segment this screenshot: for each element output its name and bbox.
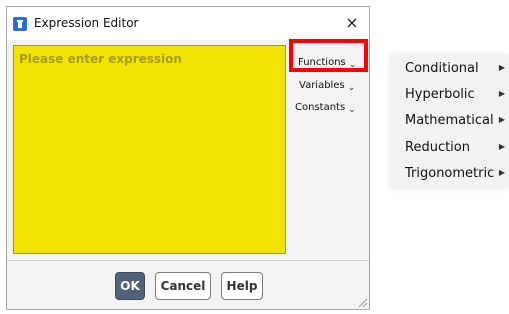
chevron-right-icon: ▶ bbox=[498, 115, 505, 124]
title-bar[interactable]: Expression Editor × bbox=[7, 7, 369, 40]
expression-editor-dialog: Expression Editor × Functions⌄ Variables… bbox=[6, 6, 370, 310]
chevron-right-icon: ▶ bbox=[498, 168, 505, 177]
chevron-right-icon: ▶ bbox=[498, 63, 505, 72]
chevron-right-icon: ▶ bbox=[498, 89, 505, 98]
functions-submenu: Conditional ▶ Hyperbolic ▶ Mathematical … bbox=[390, 55, 509, 188]
cancel-button[interactable]: Cancel bbox=[155, 272, 211, 300]
variables-menu-label: Variables bbox=[299, 80, 345, 91]
resize-grip-icon[interactable] bbox=[356, 296, 368, 308]
submenu-item-label: Hyperbolic bbox=[405, 87, 475, 102]
submenu-item-label: Conditional bbox=[405, 61, 479, 76]
submenu-item-reduction[interactable]: Reduction ▶ bbox=[390, 135, 509, 161]
submenu-item-conditional[interactable]: Conditional ▶ bbox=[390, 56, 509, 82]
submenu-item-mathematical[interactable]: Mathematical ▶ bbox=[390, 108, 509, 134]
expression-input[interactable] bbox=[13, 45, 286, 254]
chevron-down-icon: ⌄ bbox=[348, 105, 356, 115]
constants-menu-button[interactable]: Constants ⌄ bbox=[295, 102, 356, 115]
button-row-divider bbox=[7, 260, 369, 261]
functions-highlight-box bbox=[289, 39, 368, 72]
ok-button[interactable]: OK bbox=[115, 272, 145, 300]
chevron-right-icon: ▶ bbox=[498, 142, 505, 151]
variables-menu-button[interactable]: Variables ⌄ bbox=[299, 80, 355, 93]
submenu-item-hyperbolic[interactable]: Hyperbolic ▶ bbox=[390, 82, 509, 108]
constants-menu-label: Constants bbox=[295, 102, 346, 113]
submenu-item-trigonometric[interactable]: Trigonometric ▶ bbox=[390, 161, 509, 187]
help-button[interactable]: Help bbox=[221, 272, 263, 300]
dialog-title: Expression Editor bbox=[34, 16, 139, 30]
chevron-down-icon: ⌄ bbox=[347, 83, 356, 93]
submenu-item-label: Trigonometric bbox=[405, 166, 495, 181]
submenu-item-label: Mathematical bbox=[405, 113, 494, 128]
close-icon[interactable]: × bbox=[343, 14, 361, 32]
app-icon bbox=[13, 17, 27, 31]
submenu-item-label: Reduction bbox=[405, 140, 470, 155]
